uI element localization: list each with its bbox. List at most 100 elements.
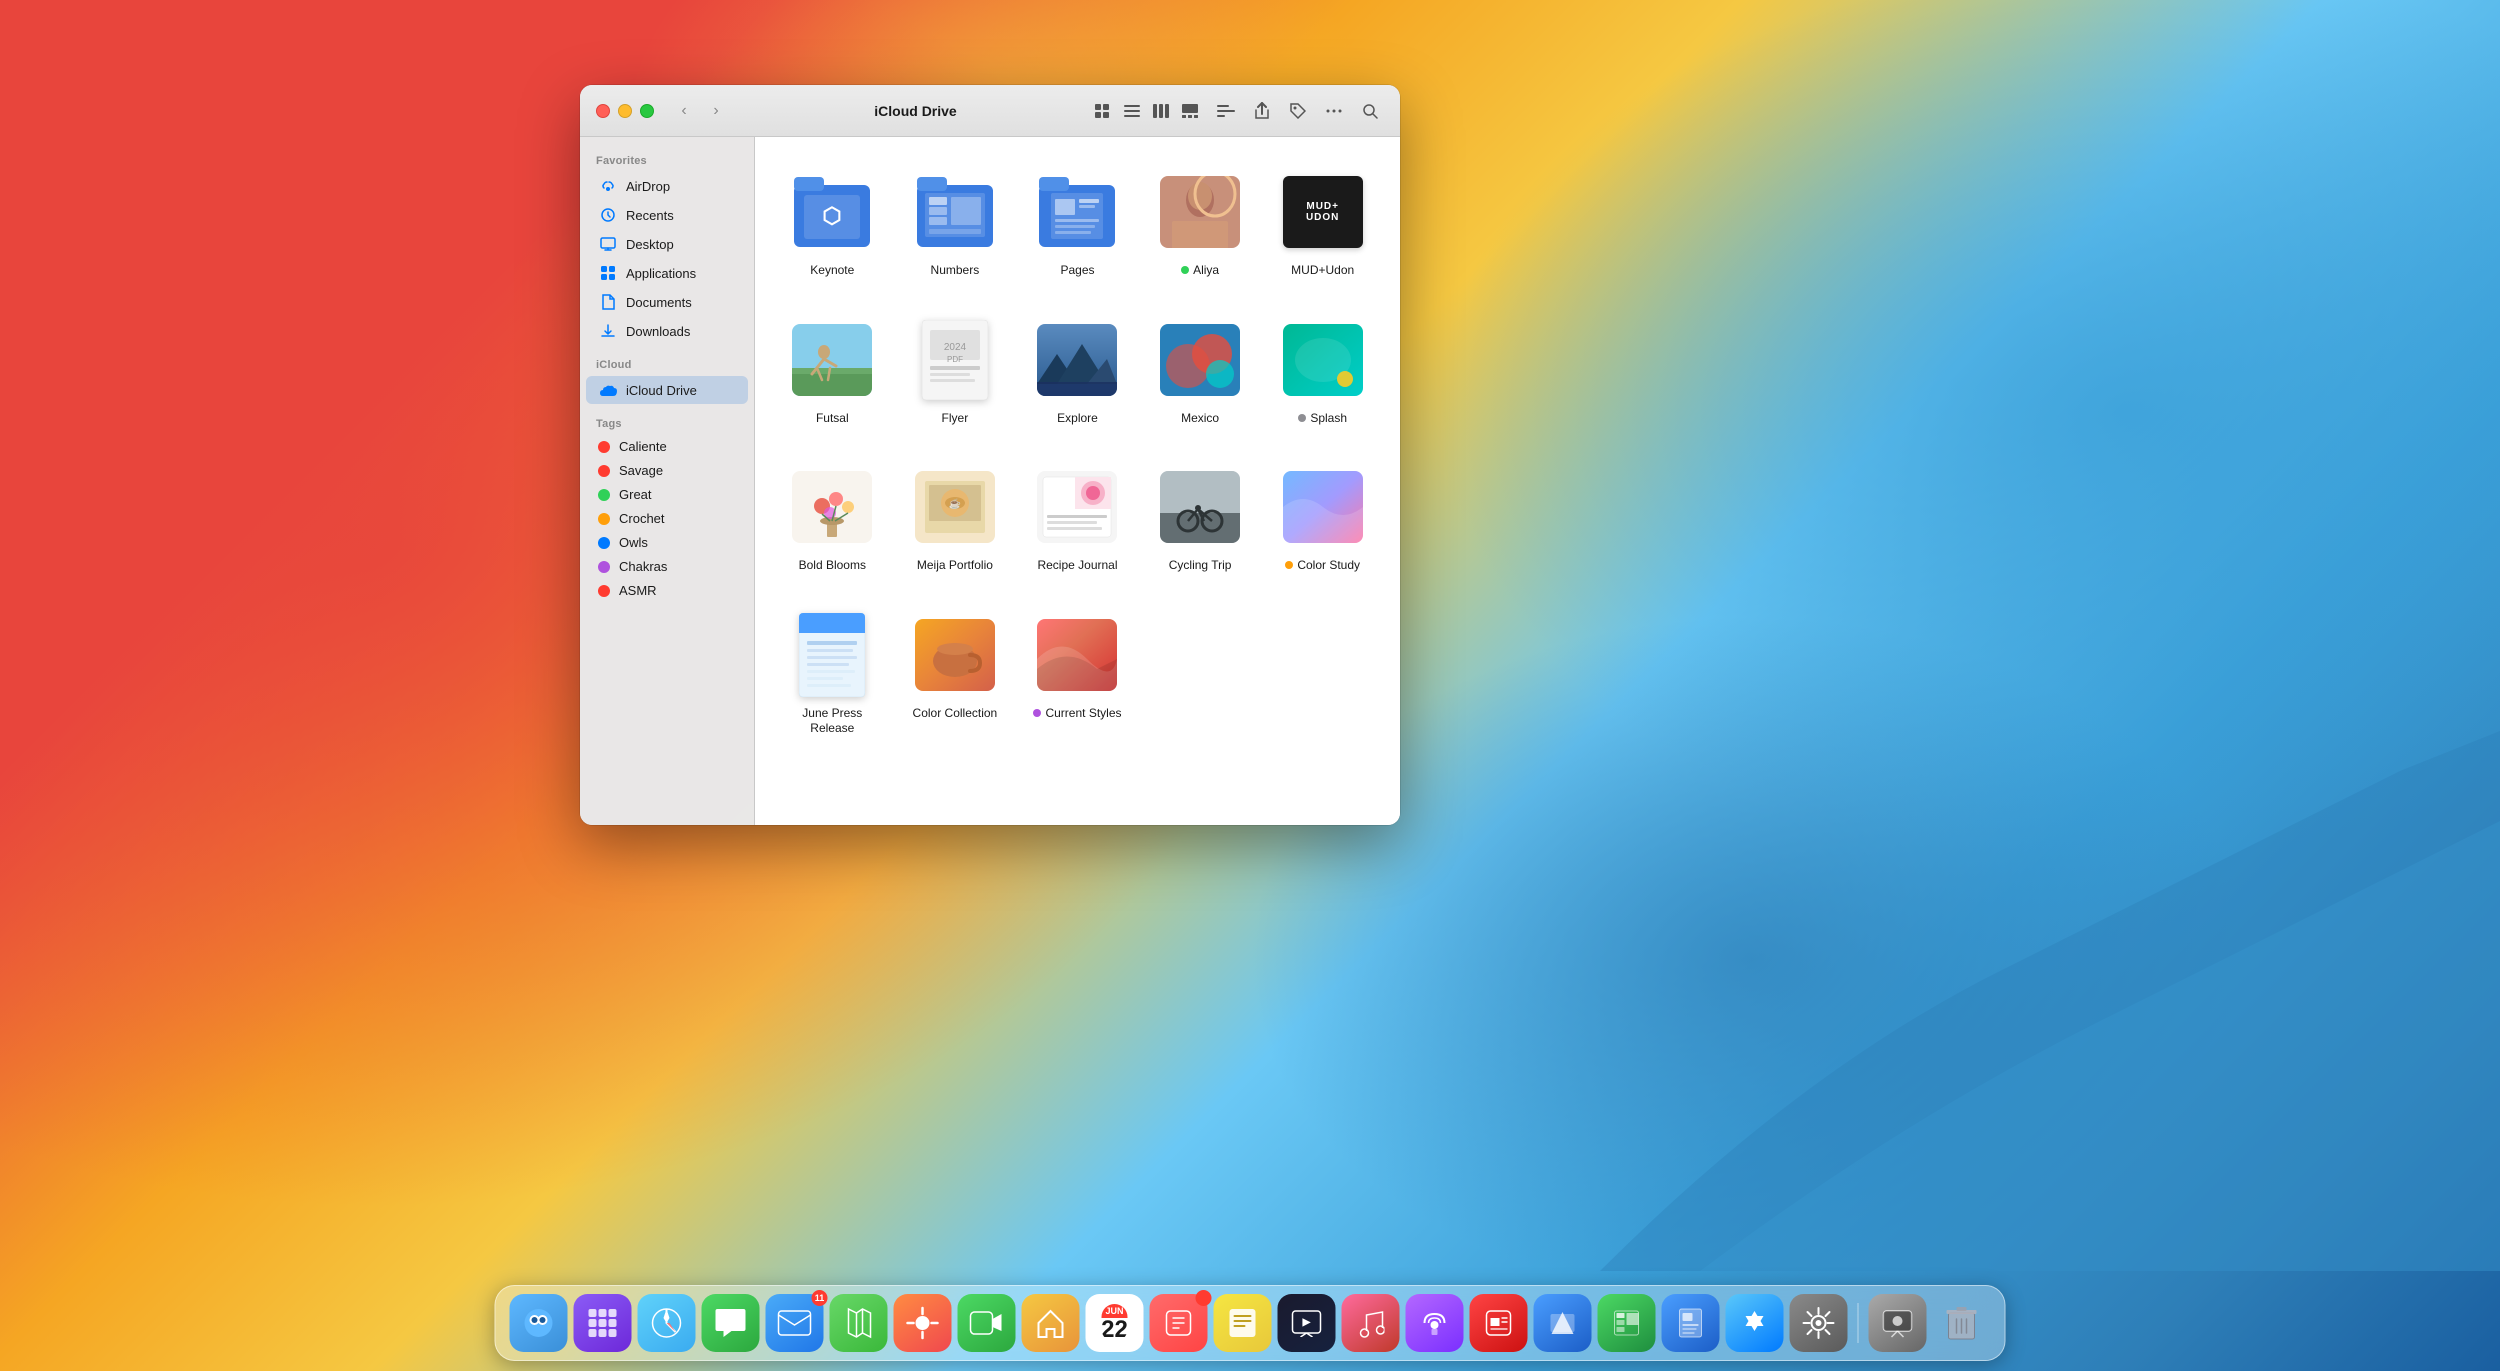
file-item-current-styles[interactable]: Current Styles bbox=[1020, 604, 1135, 743]
recents-label: Recents bbox=[626, 208, 674, 223]
tag-button[interactable] bbox=[1284, 99, 1312, 123]
dock-screen-recorder[interactable] bbox=[1869, 1294, 1927, 1352]
file-item-meija-portfolio[interactable]: ☕ Meija Portfolio bbox=[898, 456, 1013, 580]
list-view-button[interactable] bbox=[1118, 99, 1146, 123]
file-item-cycling-trip[interactable]: Cycling Trip bbox=[1143, 456, 1258, 580]
dock-podcasts[interactable] bbox=[1406, 1294, 1464, 1352]
column-view-button[interactable] bbox=[1147, 99, 1175, 123]
sidebar-item-crochet[interactable]: Crochet bbox=[586, 507, 748, 530]
file-item-futsal[interactable]: Futsal bbox=[775, 309, 890, 433]
owls-label: Owls bbox=[619, 535, 648, 550]
dock-appstore[interactable] bbox=[1726, 1294, 1784, 1352]
aliya-dot bbox=[1181, 266, 1189, 274]
flyer-icon: 2024 PDF bbox=[910, 315, 1000, 405]
dock-launchpad[interactable] bbox=[574, 1294, 632, 1352]
forward-button[interactable]: › bbox=[702, 99, 730, 123]
reminders-badge bbox=[1196, 1290, 1212, 1306]
file-item-keynote[interactable]: ⬡ Keynote bbox=[775, 161, 890, 285]
maximize-button[interactable] bbox=[640, 104, 654, 118]
airdrop-label: AirDrop bbox=[626, 179, 670, 194]
sidebar-item-recents[interactable]: Recents bbox=[586, 201, 748, 229]
pages-name: Pages bbox=[1060, 263, 1094, 279]
dock-notes[interactable] bbox=[1214, 1294, 1272, 1352]
file-item-flyer[interactable]: 2024 PDF Flyer bbox=[898, 309, 1013, 433]
crochet-label: Crochet bbox=[619, 511, 665, 526]
owls-dot bbox=[598, 537, 610, 549]
dock-reminders[interactable] bbox=[1150, 1294, 1208, 1352]
dock-mail[interactable]: 11 bbox=[766, 1294, 824, 1352]
sidebar-item-chakras[interactable]: Chakras bbox=[586, 555, 748, 578]
file-item-pages[interactable]: Pages bbox=[1020, 161, 1135, 285]
search-button[interactable] bbox=[1356, 99, 1384, 123]
current-styles-icon bbox=[1032, 610, 1122, 700]
great-dot bbox=[598, 489, 610, 501]
file-item-recipe-journal[interactable]: Recipe Journal bbox=[1020, 456, 1135, 580]
dock-keynote-app[interactable] bbox=[1534, 1294, 1592, 1352]
file-item-splash[interactable]: Splash bbox=[1265, 309, 1380, 433]
sidebar-item-applications[interactable]: Applications bbox=[586, 259, 748, 287]
file-item-explore[interactable]: Explore bbox=[1020, 309, 1135, 433]
dock-music[interactable] bbox=[1342, 1294, 1400, 1352]
sidebar-item-airdrop[interactable]: AirDrop bbox=[586, 172, 748, 200]
documents-label: Documents bbox=[626, 295, 692, 310]
file-item-mexico[interactable]: Mexico bbox=[1143, 309, 1258, 433]
recipe-journal-icon bbox=[1032, 462, 1122, 552]
icon-view-button[interactable] bbox=[1089, 99, 1117, 123]
toolbar-right bbox=[1089, 99, 1384, 123]
dock-news[interactable] bbox=[1470, 1294, 1528, 1352]
tags-label: Tags bbox=[580, 412, 754, 434]
dock-messages[interactable] bbox=[702, 1294, 760, 1352]
dock-photos[interactable] bbox=[894, 1294, 952, 1352]
file-item-bold-blooms[interactable]: Bold Blooms bbox=[775, 456, 890, 580]
desktop-icon bbox=[598, 234, 618, 254]
dock-safari[interactable] bbox=[638, 1294, 696, 1352]
back-button[interactable]: ‹ bbox=[670, 99, 698, 123]
sidebar-item-great[interactable]: Great bbox=[586, 483, 748, 506]
color-collection-icon bbox=[910, 610, 1000, 700]
recents-icon bbox=[598, 205, 618, 225]
sidebar-item-documents[interactable]: Documents bbox=[586, 288, 748, 316]
more-button[interactable] bbox=[1320, 99, 1348, 123]
dock-trash[interactable] bbox=[1933, 1294, 1991, 1352]
sidebar-item-asmr[interactable]: ASMR bbox=[586, 579, 748, 602]
sidebar-item-icloud-drive[interactable]: iCloud Drive bbox=[586, 376, 748, 404]
svg-text:▶: ▶ bbox=[1302, 1317, 1312, 1328]
sidebar-item-savage[interactable]: Savage bbox=[586, 459, 748, 482]
mexico-name: Mexico bbox=[1181, 411, 1219, 427]
minimize-button[interactable] bbox=[618, 104, 632, 118]
dock-numbers-app[interactable] bbox=[1598, 1294, 1656, 1352]
title-bar: ‹ › iCloud Drive bbox=[580, 85, 1400, 137]
dock-calendar[interactable]: JUN 22 bbox=[1086, 1294, 1144, 1352]
view-icons bbox=[1089, 99, 1204, 123]
futsal-icon bbox=[787, 315, 877, 405]
dock-pages-app[interactable] bbox=[1662, 1294, 1720, 1352]
sidebar-item-owls[interactable]: Owls bbox=[586, 531, 748, 554]
file-item-color-collection[interactable]: Color Collection bbox=[898, 604, 1013, 743]
gallery-view-button[interactable] bbox=[1176, 99, 1204, 123]
aliya-name: Aliya bbox=[1193, 263, 1219, 277]
close-button[interactable] bbox=[596, 104, 610, 118]
file-item-numbers[interactable]: Numbers bbox=[898, 161, 1013, 285]
file-item-mud-udon[interactable]: MUD+ UDON MUD+Udon bbox=[1265, 161, 1380, 285]
calendar-dock-widget: JUN 22 bbox=[1101, 1304, 1128, 1342]
color-study-dot bbox=[1285, 561, 1293, 569]
share-button[interactable] bbox=[1248, 99, 1276, 123]
dock-tv[interactable]: ▶ bbox=[1278, 1294, 1336, 1352]
file-item-june-press[interactable]: June Press Release bbox=[775, 604, 890, 743]
dock-facetime[interactable] bbox=[958, 1294, 1016, 1352]
sort-button[interactable] bbox=[1212, 99, 1240, 123]
sidebar-item-caliente[interactable]: Caliente bbox=[586, 435, 748, 458]
file-item-aliya[interactable]: Aliya bbox=[1143, 161, 1258, 285]
svg-text:2024: 2024 bbox=[944, 342, 967, 353]
savage-dot bbox=[598, 465, 610, 477]
dock-system-preferences[interactable] bbox=[1790, 1294, 1848, 1352]
sidebar-item-desktop[interactable]: Desktop bbox=[586, 230, 748, 258]
chakras-dot bbox=[598, 561, 610, 573]
dock-home[interactable] bbox=[1022, 1294, 1080, 1352]
file-item-color-study[interactable]: Color Study bbox=[1265, 456, 1380, 580]
dock-maps[interactable] bbox=[830, 1294, 888, 1352]
dock-finder[interactable] bbox=[510, 1294, 568, 1352]
mud-udon-icon: MUD+ UDON bbox=[1278, 167, 1368, 257]
dock-separator bbox=[1858, 1303, 1859, 1343]
sidebar-item-downloads[interactable]: Downloads bbox=[586, 317, 748, 345]
